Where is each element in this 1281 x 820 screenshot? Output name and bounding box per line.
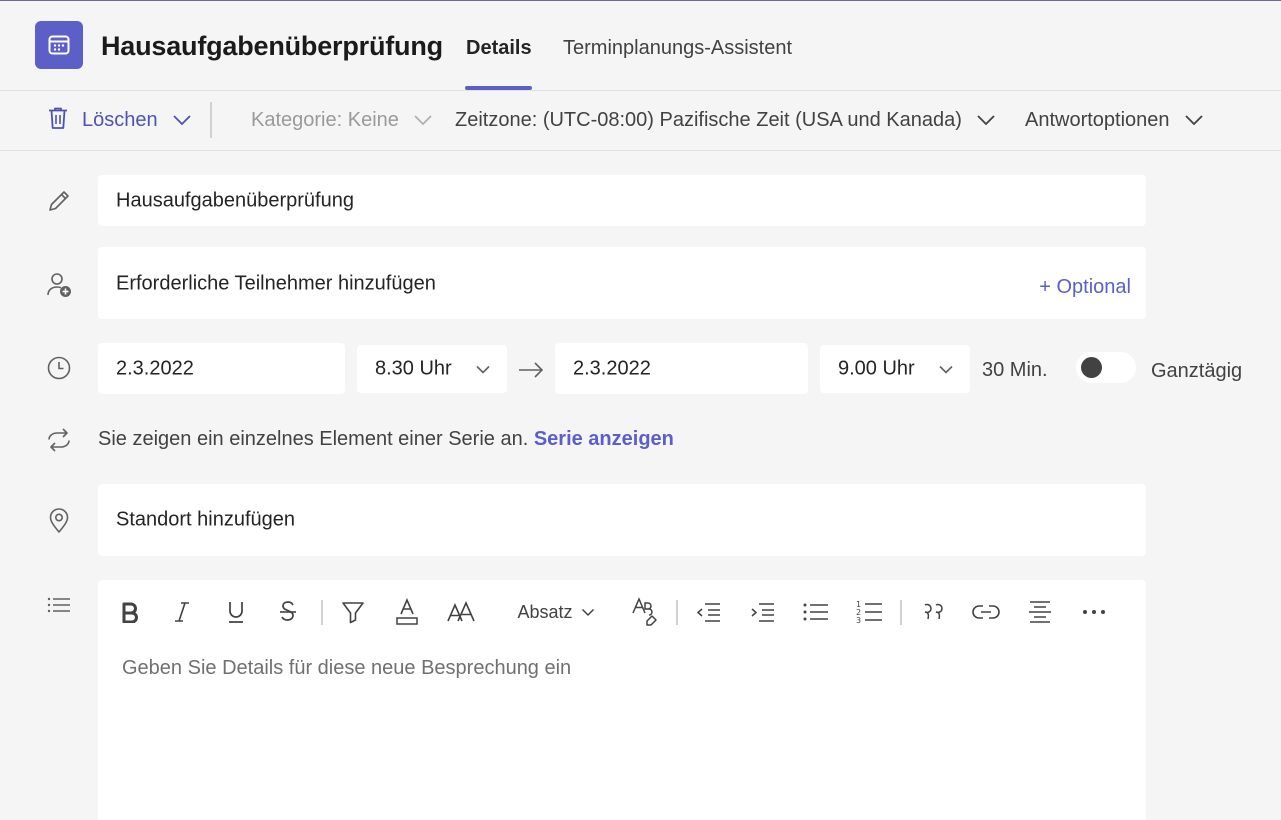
timezone-dropdown[interactable]: Zeitzone: (UTC-08:00) Pazifische Zeit (U… bbox=[455, 91, 996, 150]
font-size-icon[interactable] bbox=[444, 592, 478, 632]
bold-icon[interactable] bbox=[116, 592, 144, 632]
chevron-down-icon bbox=[1184, 109, 1204, 132]
font-color-icon[interactable] bbox=[392, 592, 422, 632]
timezone-label: Zeitzone: (UTC-08:00) Pazifische Zeit (U… bbox=[455, 109, 962, 131]
repeat-icon bbox=[44, 425, 74, 455]
category-dropdown[interactable]: Kategorie: Keine bbox=[251, 91, 433, 150]
svg-text:3: 3 bbox=[856, 616, 861, 625]
attendees-placeholder: Erforderliche Teilnehmer hinzufügen bbox=[116, 272, 436, 295]
pencil-icon bbox=[44, 186, 74, 216]
link-icon[interactable] bbox=[971, 592, 1001, 632]
strikethrough-icon[interactable] bbox=[274, 592, 302, 632]
chevron-down-icon bbox=[976, 109, 996, 132]
chevron-down-icon bbox=[172, 109, 192, 132]
header: Hausaufgabenüberprüfung Details Terminpl… bbox=[0, 1, 1281, 91]
clock-icon bbox=[44, 353, 74, 383]
numbered-list-icon[interactable]: 123 bbox=[855, 592, 885, 632]
start-date-input[interactable]: 2.3.2022 bbox=[98, 343, 345, 394]
response-options-label: Antwortoptionen bbox=[1025, 109, 1170, 131]
toolbar-divider bbox=[210, 102, 212, 138]
active-tab-indicator bbox=[465, 86, 532, 90]
details-placeholder: Geben Sie Details für diese neue Besprec… bbox=[122, 657, 572, 679]
delete-button[interactable]: Löschen bbox=[46, 91, 192, 150]
response-options-dropdown[interactable]: Antwortoptionen bbox=[1025, 91, 1204, 150]
optional-attendees-link[interactable]: + Optional bbox=[1039, 276, 1131, 299]
trash-icon bbox=[46, 105, 70, 137]
location-pin-icon bbox=[44, 506, 74, 536]
details-editor[interactable]: Absatz 123 Geben Sie Details für diese n… bbox=[98, 580, 1146, 820]
highlight-icon[interactable] bbox=[338, 592, 368, 632]
italic-icon[interactable] bbox=[168, 592, 196, 632]
start-time-value: 8.30 Uhr bbox=[375, 357, 452, 380]
delete-label: Löschen bbox=[82, 109, 158, 131]
editor-toolbar-divider bbox=[321, 600, 323, 625]
editor-toolbar-divider bbox=[676, 600, 678, 625]
location-placeholder: Standort hinzufügen bbox=[116, 508, 296, 531]
chevron-down-icon bbox=[475, 358, 491, 381]
chevron-down-icon bbox=[581, 608, 594, 616]
more-icon[interactable] bbox=[1079, 592, 1109, 632]
start-time-dropdown[interactable]: 8.30 Uhr bbox=[357, 345, 507, 393]
calendar-app-icon bbox=[35, 21, 83, 69]
series-text: Sie zeigen ein einzelnes Element einer S… bbox=[98, 428, 529, 450]
all-day-toggle[interactable] bbox=[1076, 352, 1136, 383]
clear-formatting-icon[interactable] bbox=[630, 592, 662, 632]
title-input-value: Hausaufgabenüberprüfung bbox=[116, 189, 354, 211]
all-day-label: Ganztägig bbox=[1151, 360, 1243, 382]
series-info: Sie zeigen ein einzelnes Element einer S… bbox=[98, 428, 674, 451]
paragraph-style-label: Absatz bbox=[517, 601, 573, 622]
add-person-icon bbox=[44, 270, 74, 300]
align-icon[interactable] bbox=[1025, 592, 1055, 632]
underline-icon[interactable] bbox=[222, 592, 250, 632]
increase-indent-icon[interactable] bbox=[748, 592, 778, 632]
view-series-link[interactable]: Serie anzeigen bbox=[534, 428, 674, 450]
end-date-input[interactable]: 2.3.2022 bbox=[555, 343, 808, 394]
paragraph-style-dropdown[interactable]: Absatz bbox=[516, 592, 596, 632]
arrow-right-icon bbox=[517, 358, 545, 382]
required-attendees-input[interactable]: Erforderliche Teilnehmer hinzufügen + Op… bbox=[98, 247, 1146, 319]
editor-toolbar-divider bbox=[900, 600, 902, 625]
location-input[interactable]: Standort hinzufügen bbox=[98, 484, 1146, 556]
toggle-knob bbox=[1081, 357, 1102, 378]
duration-label: 30 Min. bbox=[982, 359, 1048, 381]
decrease-indent-icon[interactable] bbox=[694, 592, 724, 632]
toolbar: Löschen Kategorie: Keine Zeitzone: (UTC-… bbox=[0, 91, 1281, 151]
start-date-value: 2.3.2022 bbox=[116, 357, 194, 379]
details-list-icon bbox=[44, 590, 74, 620]
chevron-down-icon bbox=[938, 358, 954, 381]
chevron-down-icon bbox=[413, 109, 433, 132]
quote-icon[interactable] bbox=[918, 592, 948, 632]
category-label: Kategorie: Keine bbox=[251, 109, 399, 131]
tab-scheduling-assistant[interactable]: Terminplanungs-Assistent bbox=[563, 37, 792, 60]
end-time-value: 9.00 Uhr bbox=[838, 357, 915, 380]
bulleted-list-icon[interactable] bbox=[801, 592, 831, 632]
title-input[interactable]: Hausaufgabenüberprüfung bbox=[98, 175, 1146, 226]
end-time-dropdown[interactable]: 9.00 Uhr bbox=[820, 345, 970, 393]
end-date-value: 2.3.2022 bbox=[573, 357, 651, 379]
tab-details[interactable]: Details bbox=[466, 37, 532, 60]
page-title: Hausaufgabenüberprüfung bbox=[101, 31, 443, 61]
